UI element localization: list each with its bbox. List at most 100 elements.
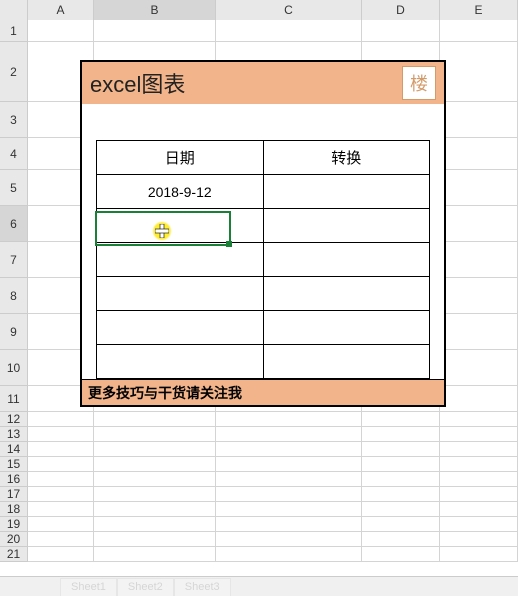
cell-B18[interactable] xyxy=(94,502,216,517)
col-header-B[interactable]: B xyxy=(94,0,216,20)
cell-A19[interactable] xyxy=(28,517,94,532)
cell-B13[interactable] xyxy=(94,427,216,442)
cell-E6[interactable] xyxy=(440,206,518,242)
cell-E16[interactable] xyxy=(440,472,518,487)
cell-A18[interactable] xyxy=(28,502,94,517)
cell-E5[interactable] xyxy=(440,170,518,206)
cell-D1[interactable] xyxy=(362,20,440,42)
cell-D18[interactable] xyxy=(362,502,440,517)
cell-B21[interactable] xyxy=(94,547,216,562)
cell-D20[interactable] xyxy=(362,532,440,547)
col-header-E[interactable]: E xyxy=(440,0,518,20)
cell-C20[interactable] xyxy=(216,532,362,547)
row-header-14[interactable]: 14 xyxy=(0,442,28,457)
cell-E4[interactable] xyxy=(440,138,518,170)
cell-A21[interactable] xyxy=(28,547,94,562)
cell-C13[interactable] xyxy=(216,427,362,442)
cell-B14[interactable] xyxy=(94,442,216,457)
row-header-20[interactable]: 20 xyxy=(0,532,28,547)
cell-E21[interactable] xyxy=(440,547,518,562)
row-header-12[interactable]: 12 xyxy=(0,412,28,427)
col-header-C[interactable]: C xyxy=(216,0,362,20)
cell-E13[interactable] xyxy=(440,427,518,442)
cell-B16[interactable] xyxy=(94,472,216,487)
row-header-6[interactable]: 6 xyxy=(0,206,28,242)
cell-D17[interactable] xyxy=(362,487,440,502)
cell-D14[interactable] xyxy=(362,442,440,457)
row-header-1[interactable]: 1 xyxy=(0,20,28,42)
row-header-16[interactable]: 16 xyxy=(0,472,28,487)
cell-B1[interactable] xyxy=(94,20,216,42)
row-header-8[interactable]: 8 xyxy=(0,278,28,314)
cell-E20[interactable] xyxy=(440,532,518,547)
cell-C21[interactable] xyxy=(216,547,362,562)
cell-E15[interactable] xyxy=(440,457,518,472)
cell-C12[interactable] xyxy=(216,412,362,427)
cell-E12[interactable] xyxy=(440,412,518,427)
col-header-D[interactable]: D xyxy=(362,0,440,20)
cell-C17[interactable] xyxy=(216,487,362,502)
cell-D19[interactable] xyxy=(362,517,440,532)
cell-E14[interactable] xyxy=(440,442,518,457)
row-header-5[interactable]: 5 xyxy=(0,170,28,206)
cell-E17[interactable] xyxy=(440,487,518,502)
row-header-17[interactable]: 17 xyxy=(0,487,28,502)
row-header-21[interactable]: 21 xyxy=(0,547,28,562)
cell-conv-1[interactable] xyxy=(263,209,430,243)
cell-date-4[interactable] xyxy=(97,311,264,345)
cell-A13[interactable] xyxy=(28,427,94,442)
cell-C14[interactable] xyxy=(216,442,362,457)
cell-B15[interactable] xyxy=(94,457,216,472)
cell-B19[interactable] xyxy=(94,517,216,532)
col-header-A[interactable]: A xyxy=(28,0,94,20)
cell-E1[interactable] xyxy=(440,20,518,42)
cell-conv-3[interactable] xyxy=(263,277,430,311)
cell-D12[interactable] xyxy=(362,412,440,427)
cell-conv-5[interactable] xyxy=(263,345,430,379)
cell-D13[interactable] xyxy=(362,427,440,442)
cell-date-5[interactable] xyxy=(97,345,264,379)
cell-E11[interactable] xyxy=(440,386,518,412)
cell-C16[interactable] xyxy=(216,472,362,487)
cell-D21[interactable] xyxy=(362,547,440,562)
cell-E10[interactable] xyxy=(440,350,518,386)
sheet-tab-3[interactable]: Sheet3 xyxy=(174,578,231,596)
cell-A17[interactable] xyxy=(28,487,94,502)
row-header-18[interactable]: 18 xyxy=(0,502,28,517)
cell-B17[interactable] xyxy=(94,487,216,502)
cell-C1[interactable] xyxy=(216,20,362,42)
cell-A15[interactable] xyxy=(28,457,94,472)
row-header-3[interactable]: 3 xyxy=(0,102,28,138)
cell-date-3[interactable] xyxy=(97,277,264,311)
cell-E7[interactable] xyxy=(440,242,518,278)
cell-C18[interactable] xyxy=(216,502,362,517)
cell-E3[interactable] xyxy=(440,102,518,138)
row-header-4[interactable]: 4 xyxy=(0,138,28,170)
cell-A20[interactable] xyxy=(28,532,94,547)
cell-A16[interactable] xyxy=(28,472,94,487)
cell-D16[interactable] xyxy=(362,472,440,487)
cell-date-2[interactable] xyxy=(97,243,264,277)
cell-conv-0[interactable] xyxy=(263,175,430,209)
cell-C15[interactable] xyxy=(216,457,362,472)
row-header-10[interactable]: 10 xyxy=(0,350,28,386)
cell-B12[interactable] xyxy=(94,412,216,427)
cell-A1[interactable] xyxy=(28,20,94,42)
cell-E8[interactable] xyxy=(440,278,518,314)
sheet-tab-1[interactable]: Sheet1 xyxy=(60,578,117,596)
cell-conv-4[interactable] xyxy=(263,311,430,345)
cell-conv-2[interactable] xyxy=(263,243,430,277)
cell-E9[interactable] xyxy=(440,314,518,350)
row-header-19[interactable]: 19 xyxy=(0,517,28,532)
cell-B20[interactable] xyxy=(94,532,216,547)
row-header-15[interactable]: 15 xyxy=(0,457,28,472)
cell-D15[interactable] xyxy=(362,457,440,472)
row-header-13[interactable]: 13 xyxy=(0,427,28,442)
cell-E18[interactable] xyxy=(440,502,518,517)
cell-E19[interactable] xyxy=(440,517,518,532)
row-header-11[interactable]: 11 xyxy=(0,386,28,412)
row-header-2[interactable]: 2 xyxy=(0,42,28,102)
select-all-corner[interactable] xyxy=(0,0,28,20)
cell-C19[interactable] xyxy=(216,517,362,532)
row-header-9[interactable]: 9 xyxy=(0,314,28,350)
